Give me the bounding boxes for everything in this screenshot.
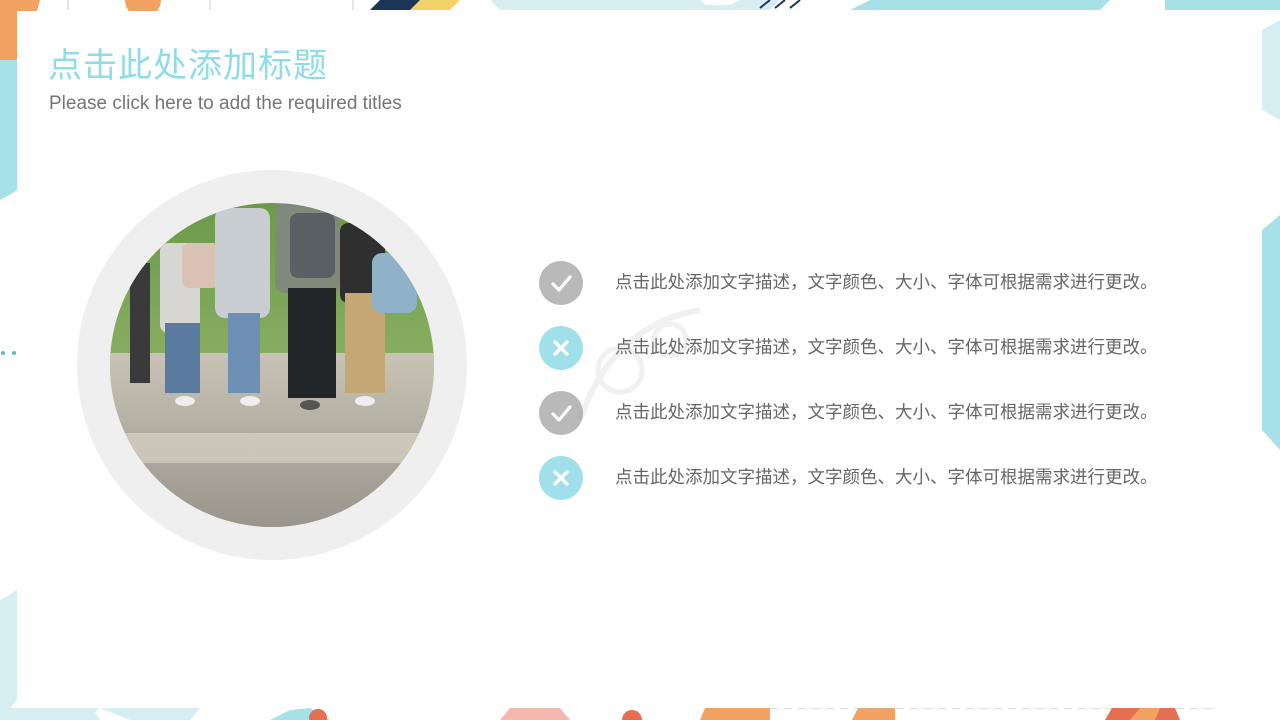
list-item: 点击此处添加文字描述，文字颜色、大小、字体可根据需求进行更改。: [539, 261, 1219, 305]
list-item: 点击此处添加文字描述，文字颜色、大小、字体可根据需求进行更改。: [539, 456, 1219, 500]
list-item-text[interactable]: 点击此处添加文字描述，文字颜色、大小、字体可根据需求进行更改。: [615, 467, 1158, 489]
cross-icon: [539, 456, 583, 500]
list-item-text[interactable]: 点击此处添加文字描述，文字颜色、大小、字体可根据需求进行更改。: [615, 272, 1158, 294]
slide-title[interactable]: 点击此处添加标题: [48, 44, 328, 88]
slide-subtitle[interactable]: Please click here to add the required ti…: [49, 92, 402, 116]
check-icon: [539, 261, 583, 305]
students-walking-photo: [110, 203, 434, 527]
watermark-logo: [577, 307, 701, 421]
